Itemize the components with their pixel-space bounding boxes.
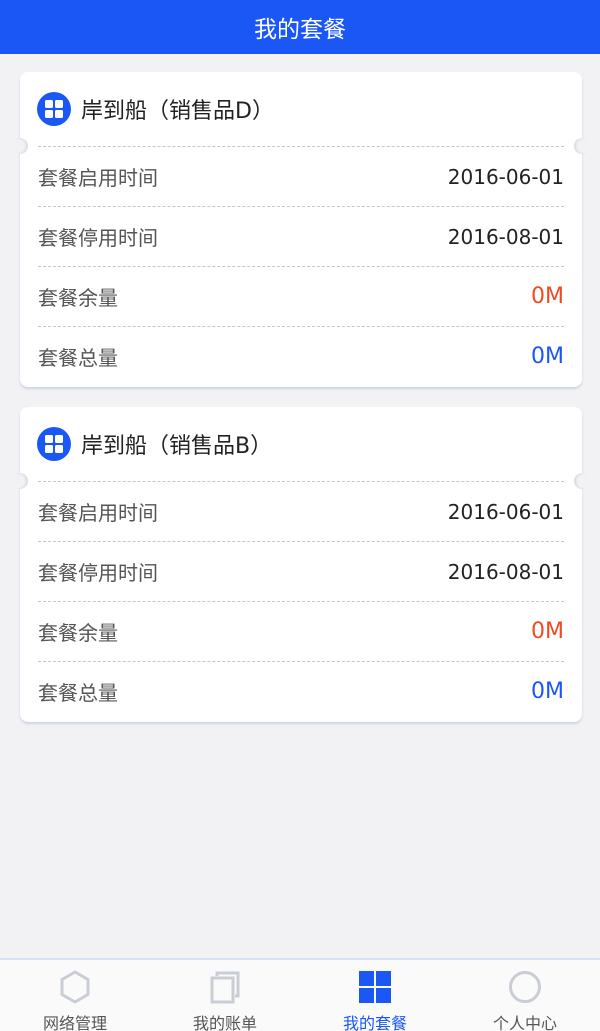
total-label: 套餐总量 [38, 681, 118, 705]
tab-network-management[interactable]: 网络管理 [0, 960, 150, 1031]
remaining-value: 0M [531, 284, 564, 309]
remaining-row: 套餐余量 0M [38, 266, 564, 326]
start-date-label: 套餐启用时间 [38, 166, 158, 190]
start-date-row: 套餐启用时间 2016-06-01 [38, 481, 564, 541]
package-card[interactable]: 岸到船（销售品D） 套餐启用时间 2016-06-01 套餐停用时间 2016-… [12, 72, 590, 387]
tab-label: 我的套餐 [342, 1014, 407, 1031]
remaining-label: 套餐余量 [38, 286, 118, 310]
total-value: 0M [531, 344, 564, 369]
package-name: 岸到船（销售品D） [81, 99, 274, 124]
ticket-notch-right [574, 138, 590, 154]
tab-my-bills[interactable]: 我的账单 [150, 960, 300, 1031]
app-header: 我的套餐 [0, 0, 600, 54]
total-row: 套餐总量 0M [38, 661, 564, 721]
end-date-label: 套餐停用时间 [38, 226, 158, 250]
start-date-label: 套餐启用时间 [38, 501, 158, 525]
package-list: 岸到船（销售品D） 套餐启用时间 2016-06-01 套餐停用时间 2016-… [12, 72, 590, 742]
ticket-notch-right [574, 473, 590, 489]
tab-label: 个人中心 [492, 1014, 557, 1031]
package-card-header: 岸到船（销售品B） [20, 407, 582, 481]
total-label: 套餐总量 [38, 346, 118, 370]
end-date-value: 2016-08-01 [447, 559, 564, 584]
grid-icon [37, 92, 71, 126]
grid-icon [37, 427, 71, 461]
end-date-value: 2016-08-01 [447, 224, 564, 249]
end-date-row: 套餐停用时间 2016-08-01 [38, 541, 564, 601]
remaining-label: 套餐余量 [38, 621, 118, 645]
start-date-value: 2016-06-01 [447, 164, 564, 189]
circle-user-icon [508, 970, 542, 1004]
page-title: 我的套餐 [254, 17, 346, 43]
hexagon-icon [58, 970, 92, 1004]
tab-label: 网络管理 [42, 1014, 107, 1031]
start-date-row: 套餐启用时间 2016-06-01 [38, 146, 564, 206]
bottom-tab-bar: 网络管理 我的账单 我的套餐 个人中心 [0, 958, 600, 1031]
tab-label: 我的账单 [192, 1014, 257, 1031]
ticket-notch-left [12, 473, 28, 489]
package-name: 岸到船（销售品B） [81, 434, 273, 459]
ticket-notch-left [12, 138, 28, 154]
remaining-value: 0M [531, 619, 564, 644]
tab-my-packages[interactable]: 我的套餐 [300, 960, 450, 1031]
remaining-row: 套餐余量 0M [38, 601, 564, 661]
tab-personal-center[interactable]: 个人中心 [450, 960, 600, 1031]
total-row: 套餐总量 0M [38, 326, 564, 386]
grid-icon [358, 970, 392, 1004]
end-date-label: 套餐停用时间 [38, 561, 158, 585]
document-icon [208, 970, 242, 1004]
package-card[interactable]: 岸到船（销售品B） 套餐启用时间 2016-06-01 套餐停用时间 2016-… [12, 407, 590, 722]
start-date-value: 2016-06-01 [447, 499, 564, 524]
total-value: 0M [531, 679, 564, 704]
package-card-header: 岸到船（销售品D） [20, 72, 582, 146]
end-date-row: 套餐停用时间 2016-08-01 [38, 206, 564, 266]
